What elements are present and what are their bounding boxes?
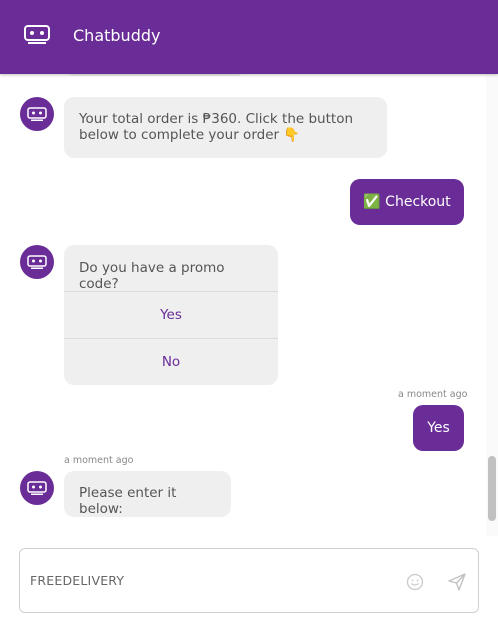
message-timestamp: a moment ago <box>398 389 468 400</box>
send-icon[interactable] <box>447 572 467 592</box>
bot-message-text: Your total order is ₱360. Click the butt… <box>79 111 354 143</box>
quick-reply-yes-button[interactable]: Yes <box>64 291 278 338</box>
promo-question-text: Do you have a promo code? <box>79 260 225 292</box>
checkout-button[interactable]: ✅ Checkout <box>350 179 464 225</box>
message-input[interactable] <box>30 569 390 591</box>
bot-icon <box>27 254 47 269</box>
app-title: Chatbuddy <box>73 26 161 45</box>
bot-icon <box>27 480 47 495</box>
message-composer <box>19 548 479 613</box>
bot-message: Please enter it below: <box>64 471 231 517</box>
user-message: Yes <box>413 405 464 451</box>
bot-message-text: Please enter it below: <box>79 485 177 517</box>
quick-reply-no-button[interactable]: No <box>64 338 278 385</box>
bot-avatar <box>20 245 54 279</box>
chatbuddy-logo-icon <box>24 25 50 44</box>
smiley-icon[interactable] <box>406 573 424 591</box>
bot-icon <box>27 106 47 121</box>
message-timestamp: a moment ago <box>64 455 134 466</box>
bot-message: Your total order is ₱360. Click the butt… <box>64 97 387 158</box>
chat-header: Chatbuddy <box>0 0 498 74</box>
bot-avatar <box>20 471 54 505</box>
chat-scrollbar-thumb[interactable] <box>488 456 496 521</box>
bot-avatar <box>20 97 54 131</box>
previous-message-bubble <box>64 74 246 76</box>
quick-reply-card: Do you have a promo code? Yes No <box>64 245 278 385</box>
chat-message-list[interactable]: Your total order is ₱360. Click the butt… <box>0 74 498 536</box>
